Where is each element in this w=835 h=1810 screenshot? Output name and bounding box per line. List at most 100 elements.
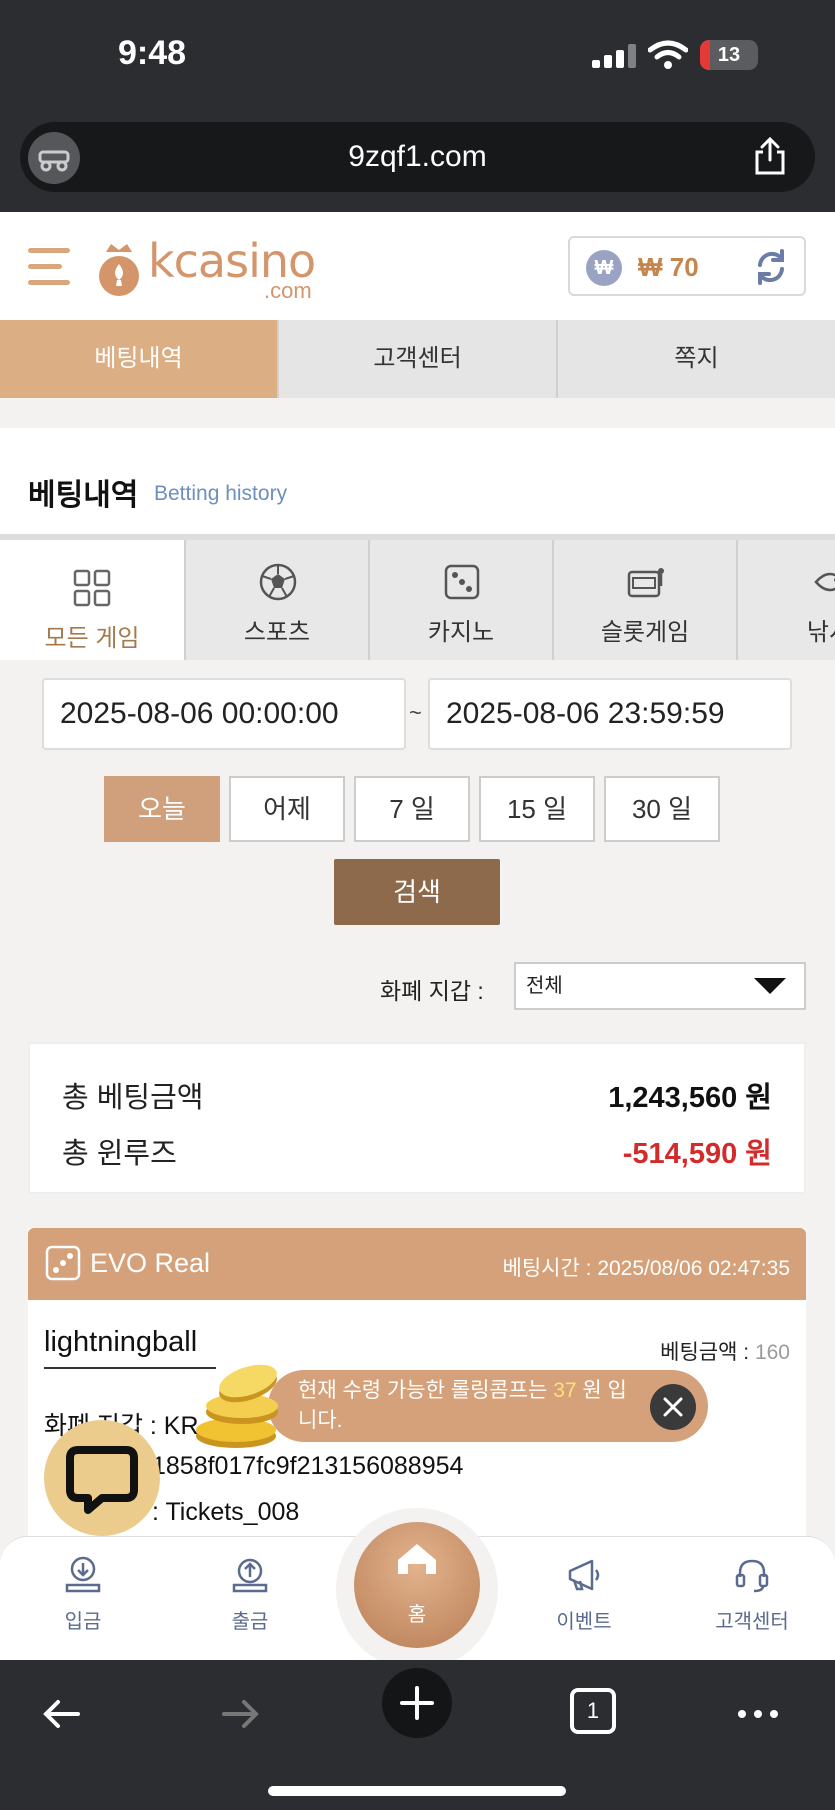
soccer-ball-icon (259, 563, 297, 601)
nav-support[interactable]: 고객센터 (692, 1555, 812, 1634)
battery-icon: 13 (700, 40, 758, 70)
summary-card: 총 베팅금액 1,243,560 원 총 윈루즈 -514,590 원 (28, 1042, 806, 1194)
nav-label: 고객센터 (715, 1611, 789, 1633)
toast-message: 현재 수령 가능한 롤링콤프는 37 원 입니다. (298, 1376, 638, 1436)
headset-icon (735, 1559, 769, 1593)
deposit-icon (65, 1556, 101, 1593)
bet-time: 베팅시간 : 2025/08/06 02:47:35 (503, 1252, 790, 1282)
home-indicator (268, 1786, 566, 1796)
balance-amount: ₩ 70 (638, 252, 699, 282)
chevron-down-icon (754, 978, 786, 994)
megaphone-icon (568, 1559, 600, 1591)
page-subtitle: Betting history (154, 482, 288, 505)
tabs-button[interactable]: 1 (570, 1688, 622, 1740)
bet-time-value: 2025/08/06 02:47:35 (597, 1257, 790, 1280)
date-separator: ~ (409, 700, 422, 725)
withdraw-icon (232, 1558, 268, 1593)
nav-events[interactable]: 이벤트 (524, 1555, 644, 1634)
rolling-comp-toast: 현재 수령 가능한 롤링콤프는 37 원 입니다. (268, 1370, 708, 1442)
total-winloss-value: -514,590 원 (622, 1138, 772, 1170)
tab-fishing[interactable]: 낚시 (736, 540, 835, 660)
grid-icon (73, 569, 111, 607)
total-winloss-label: 총 윈루즈 (62, 1138, 177, 1170)
tab-label: 낚시 (806, 619, 835, 646)
nav-label: 출금 (231, 1611, 269, 1633)
nav-deposit[interactable]: 입금 (23, 1555, 143, 1634)
tab-sports[interactable]: 스포츠 (184, 540, 368, 660)
bet-card-header: EVO Real 베팅시간 : 2025/08/06 02:47:35 (28, 1228, 806, 1300)
tab-label: 슬롯게임 (600, 619, 690, 646)
wifi-icon (648, 40, 688, 69)
nav-label: 홈 (407, 1604, 427, 1626)
total-bet-label: 총 베팅금액 (62, 1082, 204, 1114)
history-header: 베팅내역 Betting history (0, 428, 835, 534)
logo-crown-icon (99, 244, 139, 296)
live-chat-button[interactable] (44, 1420, 160, 1536)
address-bar[interactable]: 9zqf1.com (20, 122, 815, 192)
end-date-input[interactable]: 2025-08-06 23:59:59 (428, 678, 792, 750)
search-button[interactable]: 검색 (334, 859, 500, 925)
refresh-icon[interactable] (752, 248, 790, 286)
tab-label: 스포츠 (243, 619, 311, 646)
won-coin-icon: ₩ (586, 250, 622, 286)
tab-betting-history[interactable]: 베팅내역 (0, 320, 277, 398)
period-yesterday-button[interactable]: 어제 (229, 776, 345, 842)
bet-amount-label: 베팅금액 : (660, 1341, 750, 1364)
start-date-input[interactable]: 2025-08-06 00:00:00 (42, 678, 406, 750)
status-time: 9:48 (118, 34, 187, 72)
battery-level: 13 (717, 44, 741, 66)
tab-messages[interactable]: 쪽지 (556, 320, 835, 398)
menu-icon[interactable] (28, 244, 70, 288)
page-title: 베팅내역 (28, 479, 139, 512)
dice-icon (45, 1245, 81, 1281)
tab-slot-games[interactable]: 슬롯게임 (552, 540, 736, 660)
close-icon[interactable] (650, 1384, 696, 1430)
currency-select[interactable]: 전체 (514, 962, 806, 1010)
toast-amount: 37 (553, 1379, 577, 1402)
cellular-signal-icon (592, 44, 636, 68)
site-header: kcasino .com ₩ ₩ 70 (0, 212, 835, 320)
home-icon (398, 1544, 436, 1574)
nav-label: 이벤트 (556, 1611, 612, 1633)
browser-toolbar: 1 (0, 1660, 835, 1810)
plus-icon (400, 1686, 434, 1720)
slot-machine-icon (627, 568, 664, 598)
game-name: lightningball (44, 1326, 216, 1369)
tab-customer-center[interactable]: 고객센터 (277, 320, 556, 398)
new-tab-button[interactable] (382, 1668, 452, 1738)
more-icon[interactable] (732, 1688, 784, 1740)
nav-withdraw[interactable]: 출금 (190, 1555, 310, 1634)
url-text[interactable]: 9zqf1.com (20, 140, 815, 174)
chat-bubble-icon (66, 1446, 138, 1514)
nav-home-button[interactable]: 홈 (354, 1522, 480, 1648)
toast-text-before: 현재 수령 가능한 롤링콤프는 (298, 1379, 554, 1402)
logo-domain: .com (264, 278, 312, 303)
gold-coins-icon (196, 1364, 278, 1448)
period-today-button[interactable]: 오늘 (104, 776, 220, 842)
forward-arrow-icon[interactable] (214, 1688, 266, 1740)
provider-name: EVO Real (90, 1248, 211, 1278)
game-type-tabs: 모든 게임 스포츠 카지노 슬롯게임 낚시 (0, 534, 835, 660)
fish-icon (814, 572, 835, 592)
dice-icon (444, 564, 480, 600)
tab-label: 카지노 (427, 619, 495, 646)
period-7days-button[interactable]: 7 일 (354, 776, 470, 842)
back-arrow-icon[interactable] (36, 1688, 88, 1740)
tab-label: 모든 게임 (44, 625, 140, 652)
bet-amount-value: 160 (754, 1341, 790, 1364)
browser-top-bar: 9:48 13 9zqf1.com (0, 0, 835, 212)
currency-value: 전체 (526, 975, 563, 997)
share-icon[interactable] (753, 136, 787, 176)
wallet-balance[interactable]: ₩ ₩ 70 (568, 236, 806, 296)
total-bet-value: 1,243,560 원 (608, 1082, 772, 1114)
nav-label: 입금 (64, 1611, 102, 1633)
tab-count: 1 (570, 1688, 616, 1734)
currency-label: 화폐 지갑 : (380, 978, 484, 1004)
tab-casino[interactable]: 카지노 (368, 540, 552, 660)
tab-all-games[interactable]: 모든 게임 (0, 540, 184, 660)
period-15days-button[interactable]: 15 일 (479, 776, 595, 842)
bet-ticket-line: : Tickets_008 (152, 1498, 300, 1526)
period-30days-button[interactable]: 30 일 (604, 776, 720, 842)
bet-time-label: 베팅시간 : (502, 1257, 592, 1280)
kcasino-logo[interactable]: kcasino .com (94, 234, 334, 304)
